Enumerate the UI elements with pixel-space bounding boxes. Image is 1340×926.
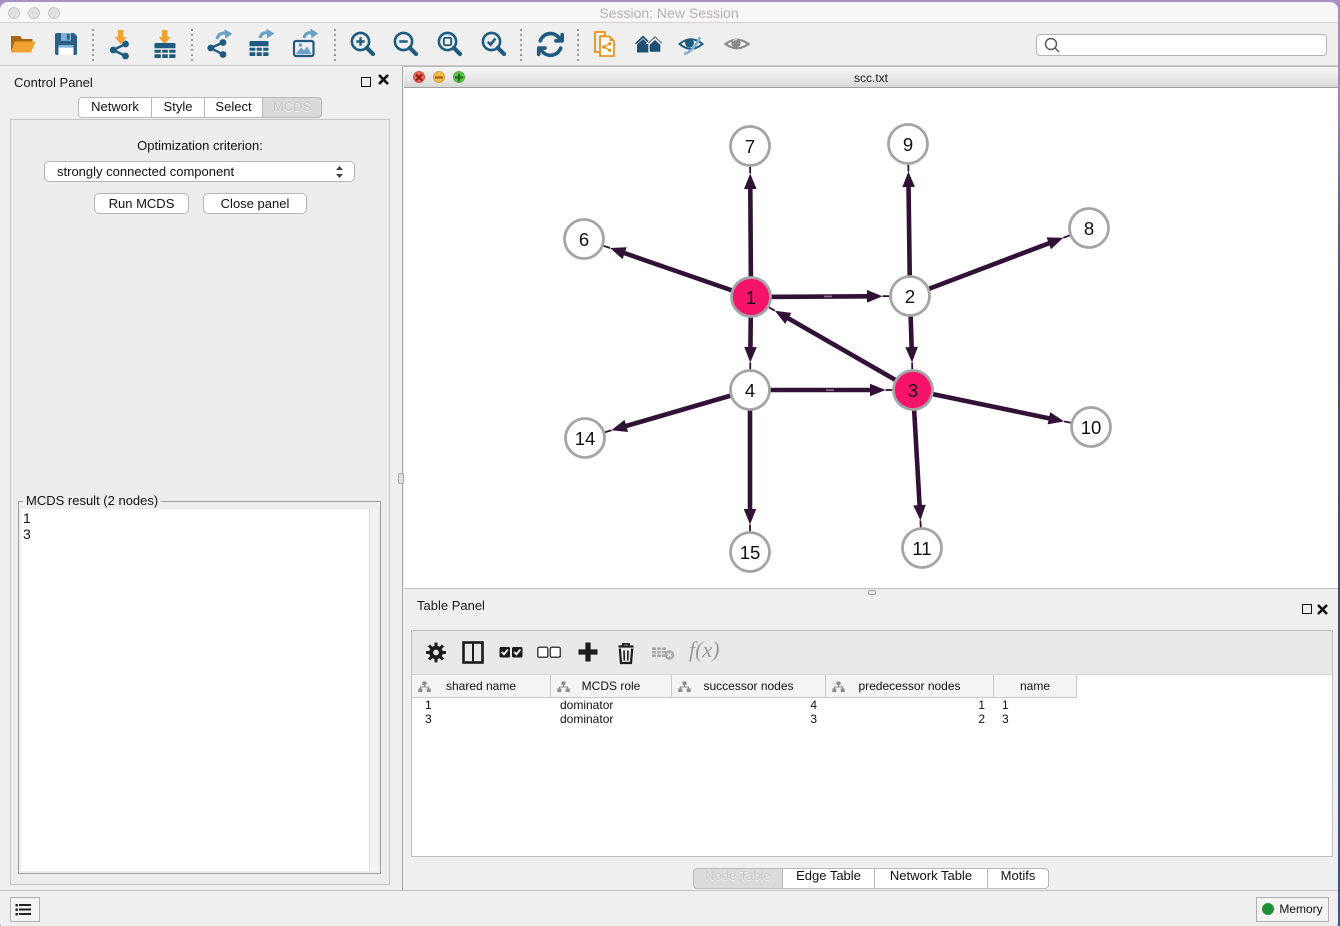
svg-text:3: 3 <box>908 380 918 401</box>
svg-text:2: 2 <box>905 286 915 307</box>
svg-text:15: 15 <box>740 542 761 563</box>
svg-text:10: 10 <box>1081 417 1102 438</box>
svg-text:8: 8 <box>1084 218 1094 239</box>
svg-text:11: 11 <box>912 538 931 559</box>
svg-text:14: 14 <box>575 428 596 449</box>
svg-text:4: 4 <box>745 380 755 401</box>
svg-text:6: 6 <box>579 229 589 250</box>
svg-text:1: 1 <box>746 287 756 308</box>
svg-text:7: 7 <box>745 136 755 157</box>
svg-text:9: 9 <box>903 134 913 155</box>
